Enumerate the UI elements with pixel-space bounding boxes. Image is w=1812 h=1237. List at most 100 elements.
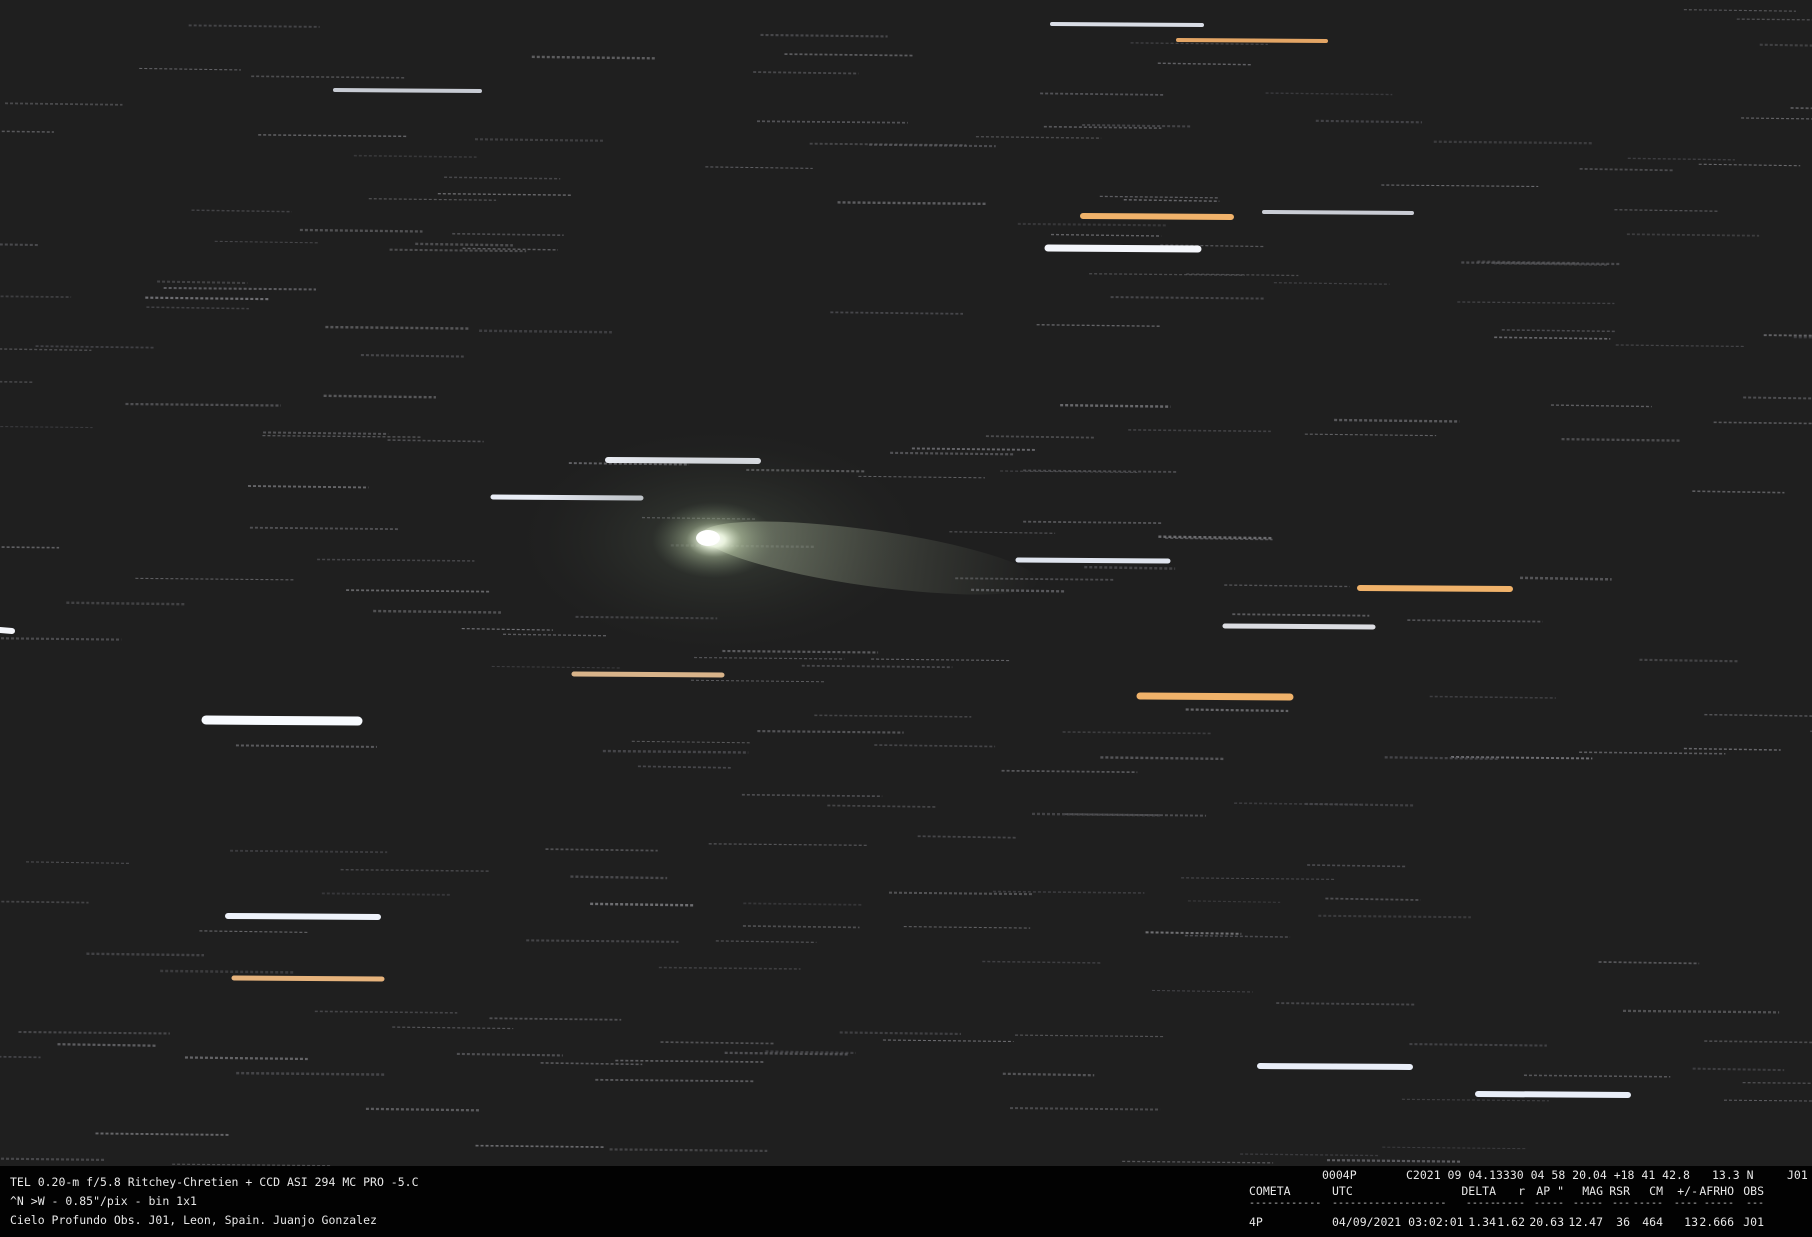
star-trail [191, 209, 292, 213]
bright-star-trail [1176, 38, 1328, 43]
star-trail [1023, 520, 1163, 525]
star-trail [199, 930, 308, 933]
star-trail [135, 577, 295, 581]
mpc-data-cell: J01 [1743, 1215, 1764, 1229]
caption-orientation: ^N >W - 0.85"/pix - bin 1x1 [10, 1194, 197, 1208]
star-trail [1187, 900, 1281, 903]
star-trail [1639, 658, 1739, 663]
star-trail [784, 53, 914, 57]
star-trail [888, 891, 1034, 896]
star-trail [184, 1056, 308, 1061]
star-trail [230, 849, 388, 854]
star-trail [526, 939, 679, 943]
star-trail [479, 329, 612, 334]
star-trail [1325, 897, 1421, 901]
star-trail [387, 439, 484, 443]
star-trail [317, 558, 475, 562]
star-trail [368, 198, 497, 201]
star-trail [389, 248, 527, 253]
star-trail [1232, 613, 1370, 617]
star-trail [1010, 1107, 1161, 1111]
star-trail [235, 744, 377, 748]
star-trail [325, 325, 469, 330]
star-trail [1692, 1067, 1785, 1072]
star-trail [1550, 404, 1652, 408]
star-trail [249, 526, 400, 531]
star-trail [1181, 877, 1335, 880]
bright-star-trail [1080, 213, 1234, 220]
star-trail [753, 71, 859, 75]
star-trail [1060, 403, 1171, 408]
star-trail [1692, 490, 1785, 494]
star-trail [373, 609, 501, 614]
star-trail [1064, 813, 1207, 817]
star-trail [705, 166, 813, 169]
star-trail [570, 875, 668, 880]
mpc-dash-row: ------------------- [1332, 1198, 1447, 1209]
star-trail [1307, 864, 1407, 868]
star-trail [1273, 282, 1390, 285]
caption-telescope: TEL 0.20-m f/5.8 Ritchey-Chretien + CCD … [10, 1175, 419, 1189]
star-trail [0, 637, 122, 641]
star-trail [949, 531, 1056, 534]
star-trail [830, 311, 964, 315]
star-trail [903, 926, 1031, 929]
star-trail [1523, 1074, 1671, 1078]
star-trail [1062, 731, 1213, 735]
star-trail [1304, 433, 1437, 437]
star-trail [1622, 1009, 1780, 1014]
bright-star-trail [231, 975, 385, 982]
star-trail [1743, 396, 1812, 400]
star-trail [365, 1107, 480, 1112]
star-trail [982, 960, 1102, 964]
star-trail [1224, 584, 1350, 588]
star-trail [871, 658, 1010, 662]
comet-nucleus [696, 530, 720, 546]
star-trail [86, 952, 204, 957]
bright-star-trail [1475, 1091, 1631, 1098]
star-trail [992, 890, 1145, 894]
star-trail [5, 102, 123, 106]
star-trail [444, 176, 561, 180]
bright-star-trail [1262, 210, 1414, 215]
star-trail [1017, 222, 1168, 227]
star-trail [0, 1055, 41, 1059]
star-trail [146, 306, 249, 310]
star-trail [1579, 167, 1675, 172]
bright-star-trail [333, 88, 482, 93]
star-trail [157, 280, 248, 285]
star-trail [1561, 437, 1681, 442]
star-trail [321, 892, 452, 896]
star-trail [837, 201, 987, 206]
star-trail [353, 154, 477, 158]
star-trail [595, 1078, 755, 1083]
star-trail [743, 902, 863, 906]
star-trail [1457, 301, 1615, 305]
star-trail [474, 138, 605, 142]
star-trail [1381, 184, 1539, 188]
star-trail [1130, 42, 1268, 45]
star-trail [1736, 18, 1812, 21]
star-trail [214, 240, 319, 244]
star-trail [95, 1132, 229, 1136]
star-trail [139, 67, 241, 71]
star-trail [708, 843, 869, 846]
star-trail [545, 848, 658, 852]
mpc-data-cell: 4P [1249, 1215, 1263, 1229]
star-trail [1276, 1002, 1416, 1006]
star-trail [0, 900, 89, 904]
star-trail [1790, 107, 1812, 110]
star-trail [346, 589, 490, 593]
star-trail [437, 192, 572, 196]
star-trail [415, 242, 513, 247]
star-trail [0, 380, 33, 384]
star-trail [882, 1039, 1014, 1043]
star-trail [724, 1051, 848, 1056]
star-trail [1626, 233, 1760, 237]
star-trail [262, 434, 421, 438]
star-trail [263, 431, 389, 435]
star-trail [1598, 961, 1700, 965]
star-trail [1713, 421, 1812, 425]
star-trail [491, 665, 622, 669]
bright-star-trail [1136, 692, 1294, 701]
